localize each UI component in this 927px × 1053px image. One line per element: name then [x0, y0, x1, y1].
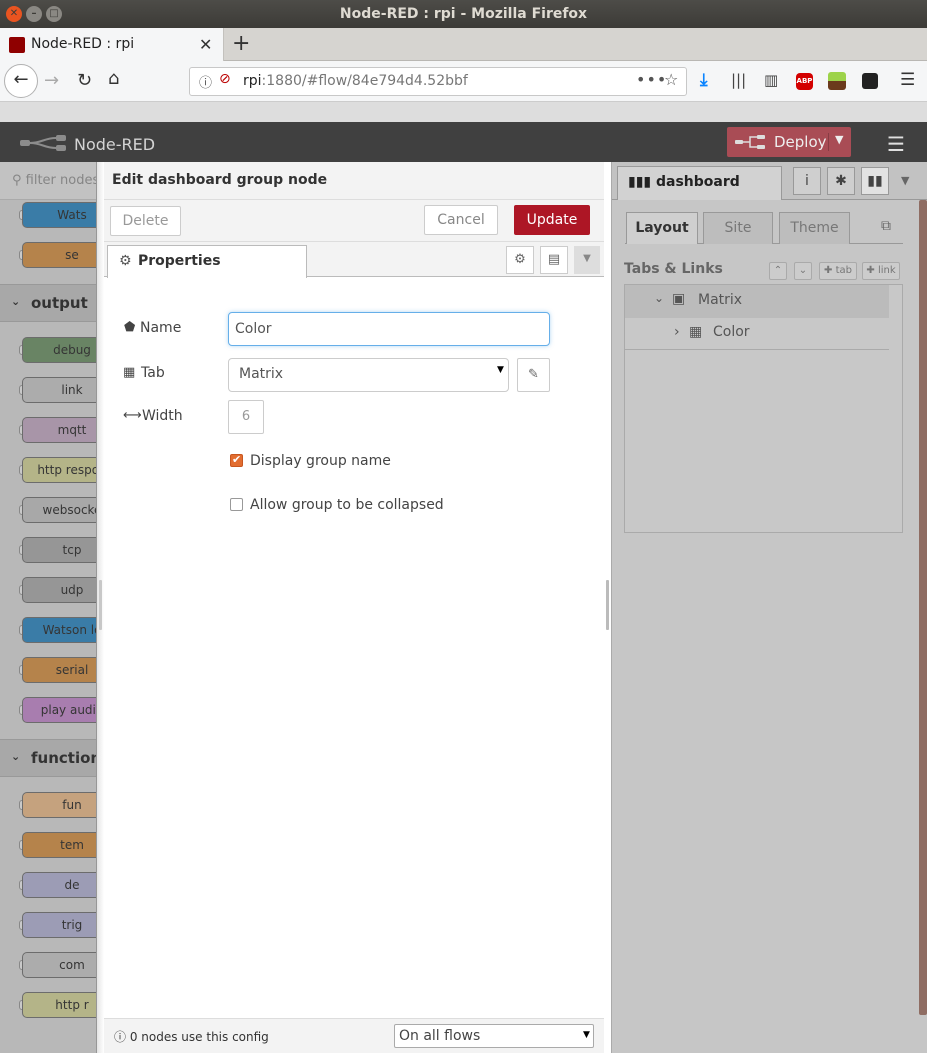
delete-button[interactable]: Delete [110, 206, 181, 236]
bookmark-star-icon[interactable]: ☆ [664, 70, 678, 89]
name-label: Name [140, 320, 182, 336]
info-circle-icon: ⓘ [114, 1030, 127, 1044]
sidebar-toggle-icon[interactable]: ▥ [764, 71, 778, 89]
update-button[interactable]: Update [514, 205, 590, 235]
tray-resize-handle[interactable] [99, 580, 102, 630]
width-label: Width [142, 408, 183, 424]
node-red-title: Node-RED [74, 135, 156, 154]
tree-row-color[interactable] [625, 318, 889, 350]
forward-button[interactable]: → [44, 70, 59, 91]
palette-filter-placeholder: filter nodes [25, 173, 100, 188]
dashboard-tab-icon: ▣ [672, 291, 686, 307]
window-close-icon[interactable]: ✕ [6, 6, 22, 22]
collapse-all-icon[interactable]: ⌃ [769, 262, 787, 280]
tree-row-matrix[interactable] [625, 285, 889, 318]
expand-all-icon[interactable]: ⌄ [794, 262, 812, 280]
cancel-button[interactable]: Cancel [424, 205, 498, 235]
deploy-options-caret-icon[interactable]: ▼ [828, 133, 843, 151]
new-tab-icon[interactable]: + [232, 31, 250, 56]
edit-tab-pencil-icon[interactable]: ✎ [517, 358, 550, 392]
url-path: :1880/#flow/84e794d4.52bbf [261, 73, 468, 89]
url-text[interactable]: rpi:1880/#flow/84e794d4.52bbf [243, 73, 468, 89]
reload-button[interactable]: ↻ [77, 70, 92, 91]
debug-bug-icon[interactable]: ✱ [827, 167, 855, 195]
tabs-links-heading: Tabs & Links [624, 261, 723, 277]
tray-title: Edit dashboard group node [112, 172, 328, 188]
home-button[interactable]: ⌂ [108, 68, 119, 89]
library-icon[interactable]: ||| [731, 71, 746, 89]
deploy-label: Deploy [774, 133, 827, 151]
arrows-horizontal-icon: ⟷ [123, 408, 142, 423]
download-icon[interactable]: ⤓ [700, 70, 708, 90]
sidebar-tabs-caret-icon[interactable]: ▼ [901, 174, 909, 187]
window-title: Node-RED : rpi - Mozilla Firefox [339, 6, 588, 22]
sidebar-tab-dashboard-label: ▮▮▮ dashboard [628, 174, 740, 190]
select-arrow-icon: ▼ [583, 1030, 590, 1040]
window-maximize-icon[interactable]: □ [46, 6, 62, 22]
group-table-icon: ▦ [689, 324, 703, 340]
add-link-label: link [877, 265, 896, 276]
back-button[interactable]: ← [4, 64, 38, 98]
edit-tray [96, 162, 612, 1053]
tab-properties-label: Properties [138, 253, 221, 269]
tab-label: Tab [141, 365, 165, 381]
expand-chevron-right-icon[interactable]: › [674, 324, 680, 340]
main-menu-icon[interactable]: ☰ [887, 132, 905, 156]
display-group-name-label: Display group name [250, 453, 391, 469]
insecure-connection-icon: ⊘ [219, 71, 231, 87]
chevron-down-icon: ⌄ [11, 295, 21, 308]
dashboard-chart-icon[interactable]: ▮▮ [861, 167, 889, 195]
palette-category-label: output [31, 294, 88, 312]
deploy-flow-icon [735, 135, 765, 149]
node-red-favicon-icon [9, 37, 25, 53]
node-red-logo-icon [20, 135, 66, 151]
adblock-icon[interactable]: ABP [796, 73, 813, 90]
tab-select-value: Matrix [239, 366, 284, 382]
add-tab-label: tab [835, 265, 852, 276]
tree-item-label: Color [713, 324, 750, 340]
tray-tabs-caret-icon[interactable]: ▼ [574, 246, 600, 274]
tab-close-icon[interactable]: ✕ [199, 35, 212, 54]
allow-collapse-label: Allow group to be collapsed [250, 497, 444, 513]
usage-text: 0 nodes use this config [129, 1030, 269, 1044]
tab-layout[interactable]: Layout [626, 212, 698, 244]
page-actions-icon[interactable]: ••• [636, 70, 667, 89]
width-size-button[interactable]: 6 [228, 400, 264, 434]
scope-select-value: On all flows [399, 1028, 481, 1044]
name-input[interactable] [228, 312, 550, 346]
add-link-button[interactable]: ✚ link [862, 262, 900, 280]
extension-plant-icon[interactable] [828, 72, 846, 90]
cog-icon: ⚙ [119, 253, 132, 269]
tab-site[interactable]: Site [703, 212, 773, 244]
site-info-icon[interactable]: ⓘ [199, 72, 212, 91]
browser-tab-title: Node-RED : rpi [31, 36, 135, 52]
table-icon: ▦ [123, 365, 136, 380]
bar-chart-icon: ▮▮▮ [628, 174, 652, 190]
config-usage-info: ⓘ 0 nodes use this config [114, 1028, 269, 1045]
tag-icon: ⬟ [124, 320, 136, 335]
palette-filter-input[interactable]: ⚲ filter nodes [12, 173, 99, 188]
description-doc-icon[interactable]: ▤ [540, 246, 568, 274]
url-host: rpi [243, 73, 262, 89]
tree-item-label: Matrix [698, 292, 743, 308]
settings-cog-icon[interactable]: ⚙ [506, 246, 534, 274]
tab-theme[interactable]: Theme [779, 212, 850, 244]
palette-category-label: function [31, 749, 102, 767]
chevron-down-icon: ⌄ [11, 750, 21, 763]
sidebar-resize-handle[interactable] [606, 580, 609, 630]
check-icon: ✔ [232, 453, 242, 466]
expand-chevron-down-icon[interactable]: ⌄ [654, 291, 664, 305]
open-dashboard-popout-icon[interactable]: ⧉ [881, 218, 891, 234]
allow-collapse-checkbox[interactable] [230, 498, 243, 511]
browser-menu-icon[interactable]: ☰ [900, 70, 915, 90]
dashboard-tab-text: dashboard [656, 174, 740, 190]
add-tab-button[interactable]: ✚ tab [819, 262, 857, 280]
info-icon[interactable]: i [793, 167, 821, 195]
sidebar-scrollbar[interactable] [919, 200, 927, 1015]
extension-box-icon[interactable] [862, 73, 878, 89]
window-minimize-icon[interactable]: – [26, 6, 42, 22]
select-arrow-icon: ▼ [497, 365, 504, 375]
